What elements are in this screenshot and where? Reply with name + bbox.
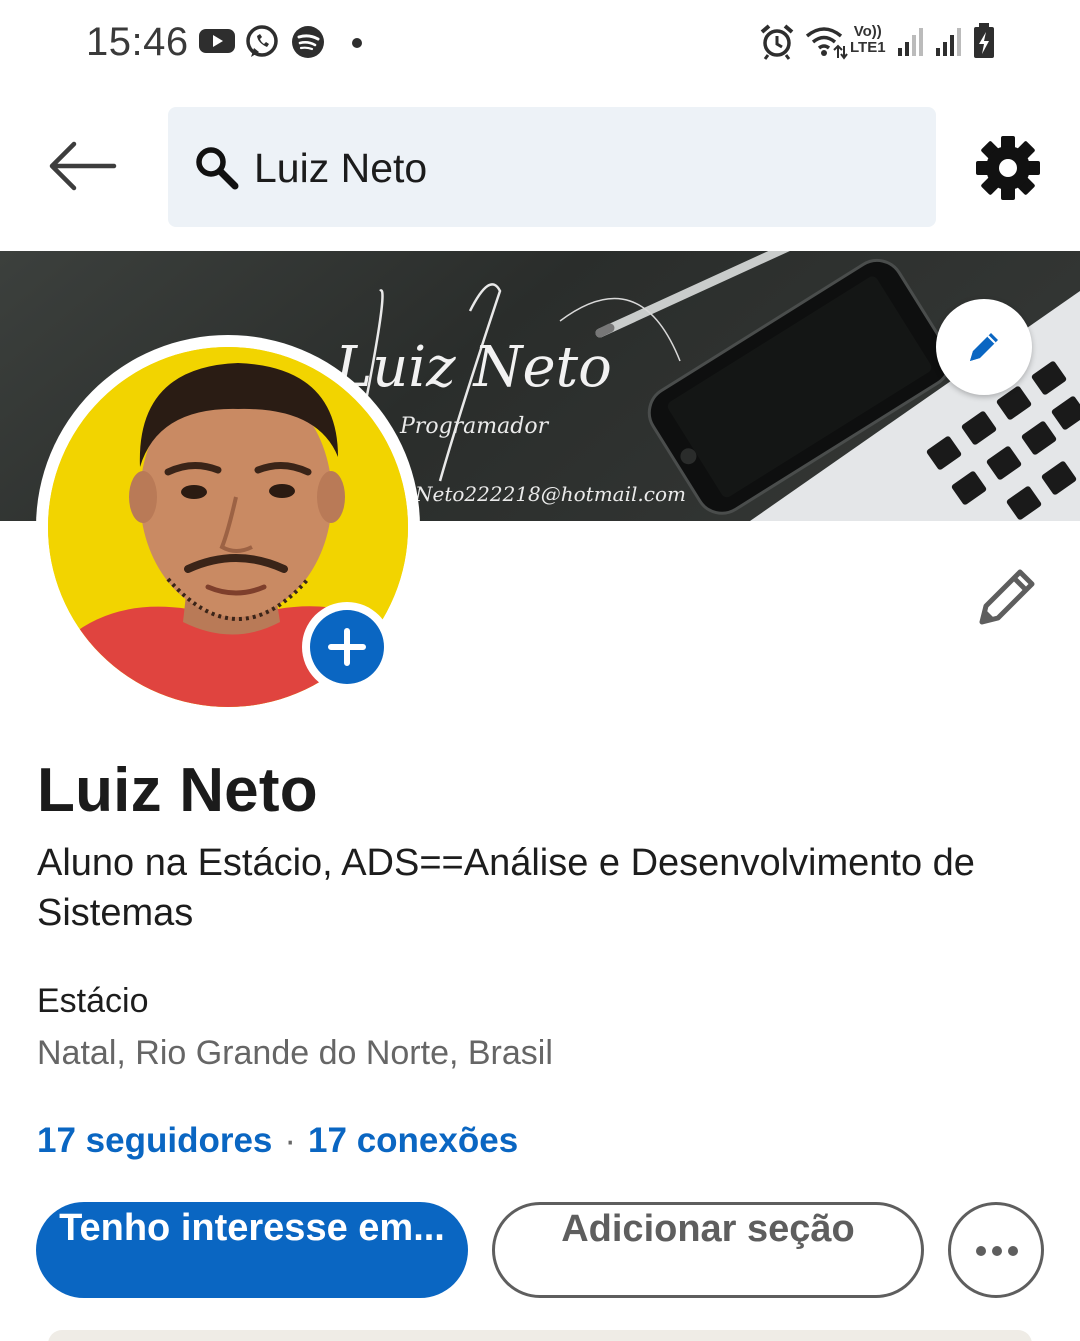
more-horizontal-icon	[976, 1246, 1018, 1256]
search-query: Luiz Neto	[254, 145, 428, 191]
back-button[interactable]	[48, 138, 118, 194]
edit-cover-button[interactable]	[936, 299, 1032, 395]
edit-intro-button[interactable]	[972, 560, 1042, 630]
volte-label: Vo))	[853, 23, 882, 40]
status-bar: 15:46 Vo)) LTE1	[0, 0, 1080, 86]
more-button[interactable]	[948, 1202, 1044, 1298]
arrow-left-icon	[49, 141, 117, 191]
search-icon	[196, 147, 239, 190]
wifi-icon	[805, 27, 848, 60]
settings-button[interactable]	[974, 134, 1042, 202]
cover-signature-name: Luiz Neto	[334, 335, 612, 400]
cover-signature-email: Neto222218@hotmail.com	[414, 482, 686, 506]
spotify-icon	[292, 26, 324, 58]
add-section-button[interactable]: Adicionar seção	[492, 1202, 924, 1298]
youtube-icon	[199, 29, 235, 53]
gear-icon	[976, 136, 1040, 200]
followers-link[interactable]: 17 seguidores	[37, 1121, 272, 1160]
lte-label: LTE1	[850, 39, 886, 56]
signal-icon	[898, 28, 923, 56]
whatsapp-icon	[246, 25, 278, 57]
profile-name: Luiz Neto	[37, 756, 318, 825]
volte-lte-indicator: Vo)) LTE1	[850, 24, 886, 56]
alarm-icon	[760, 24, 794, 60]
connections-link[interactable]: 17 conexões	[308, 1121, 518, 1160]
status-time: 15:46	[86, 20, 189, 64]
battery-charging-icon	[974, 23, 994, 58]
open-to-button[interactable]: Tenho interesse em...	[36, 1202, 468, 1298]
search-input[interactable]: Luiz Neto	[168, 107, 936, 227]
profile-location: Natal, Rio Grande do Norte, Brasil	[37, 1034, 553, 1072]
pencil-icon	[979, 569, 1035, 625]
notification-dot-icon	[352, 38, 362, 48]
profile-headline: Aluno na Estácio, ADS==Análise e Desenvo…	[37, 842, 975, 934]
signal-icon	[936, 28, 961, 56]
plus-icon	[328, 628, 366, 666]
separator: ·	[284, 1121, 297, 1160]
current-company: Estácio	[37, 982, 149, 1020]
next-card-peek	[48, 1330, 1032, 1341]
pencil-icon	[970, 333, 998, 361]
cover-signature-subtitle: Programador	[399, 414, 550, 439]
add-photo-button[interactable]	[302, 602, 392, 692]
network-stats: 17 seguidores · 17 conexões	[37, 1121, 518, 1161]
